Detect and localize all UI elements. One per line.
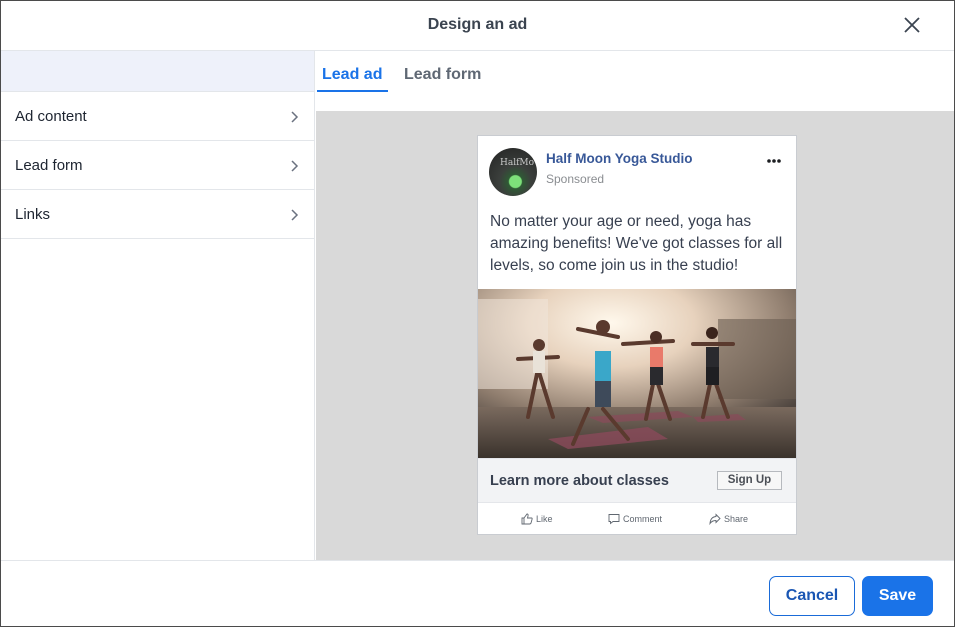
sidebar-item-label: Ad content [15,107,87,125]
sidebar-item-ad-content[interactable]: Ad content [1,92,314,141]
like-label: Like [536,514,553,524]
design-ad-dialog: Design an ad Ad content Lead form Links … [0,0,955,627]
post-actions: Like Comment Share [478,502,796,534]
cta-headline[interactable]: Learn more about classes [490,473,669,489]
save-button[interactable]: Save [862,576,933,616]
sign-up-button[interactable]: Sign Up [717,471,782,490]
thumbs-up-icon [521,513,533,525]
sidebar-item-links[interactable]: Links [1,190,314,239]
sidebar-item-label: Lead form [15,156,83,174]
sidebar-item-lead-form[interactable]: Lead form [1,141,314,190]
close-icon[interactable] [902,15,922,35]
comment-action[interactable]: Comment [608,513,662,525]
comment-label: Comment [623,514,663,524]
ad-image [478,289,796,458]
dialog-title: Design an ad [427,16,528,33]
ad-preview-card: HalfMo Half Moon Yoga Studio Sponsored N… [477,135,797,535]
avatar-logo-mark: HalfMo [500,158,535,168]
chevron-right-icon [291,160,299,172]
more-options-icon[interactable] [766,158,782,164]
page-name[interactable]: Half Moon Yoga Studio [546,151,693,166]
dialog-footer: Cancel Save [1,560,954,626]
sidebar-header [1,51,314,92]
share-icon [709,513,721,525]
tab-lead-form[interactable]: Lead form [404,66,481,84]
tab-lead-ad[interactable]: Lead ad [322,66,382,84]
dialog-header: Design an ad [1,1,954,51]
like-action[interactable]: Like [521,513,553,525]
page-avatar: HalfMo [489,148,537,196]
comment-icon [608,514,620,525]
sidebar: Ad content Lead form Links [1,51,315,560]
chevron-right-icon [291,209,299,221]
post-text: No matter your age or need, yoga has ama… [490,213,783,274]
cta-bar: Learn more about classes Sign Up [478,458,796,502]
sidebar-item-label: Links [15,205,51,223]
share-label: Share [724,514,749,524]
cancel-button[interactable]: Cancel [769,576,855,616]
active-tab-indicator [317,90,388,92]
chevron-right-icon [291,111,299,123]
share-action[interactable]: Share [709,513,748,525]
tab-bar: Lead ad Lead form [316,51,954,111]
preview-area: Lead ad Lead form HalfMo Half Moon Yoga … [316,51,954,560]
sponsored-label: Sponsored [546,172,605,186]
